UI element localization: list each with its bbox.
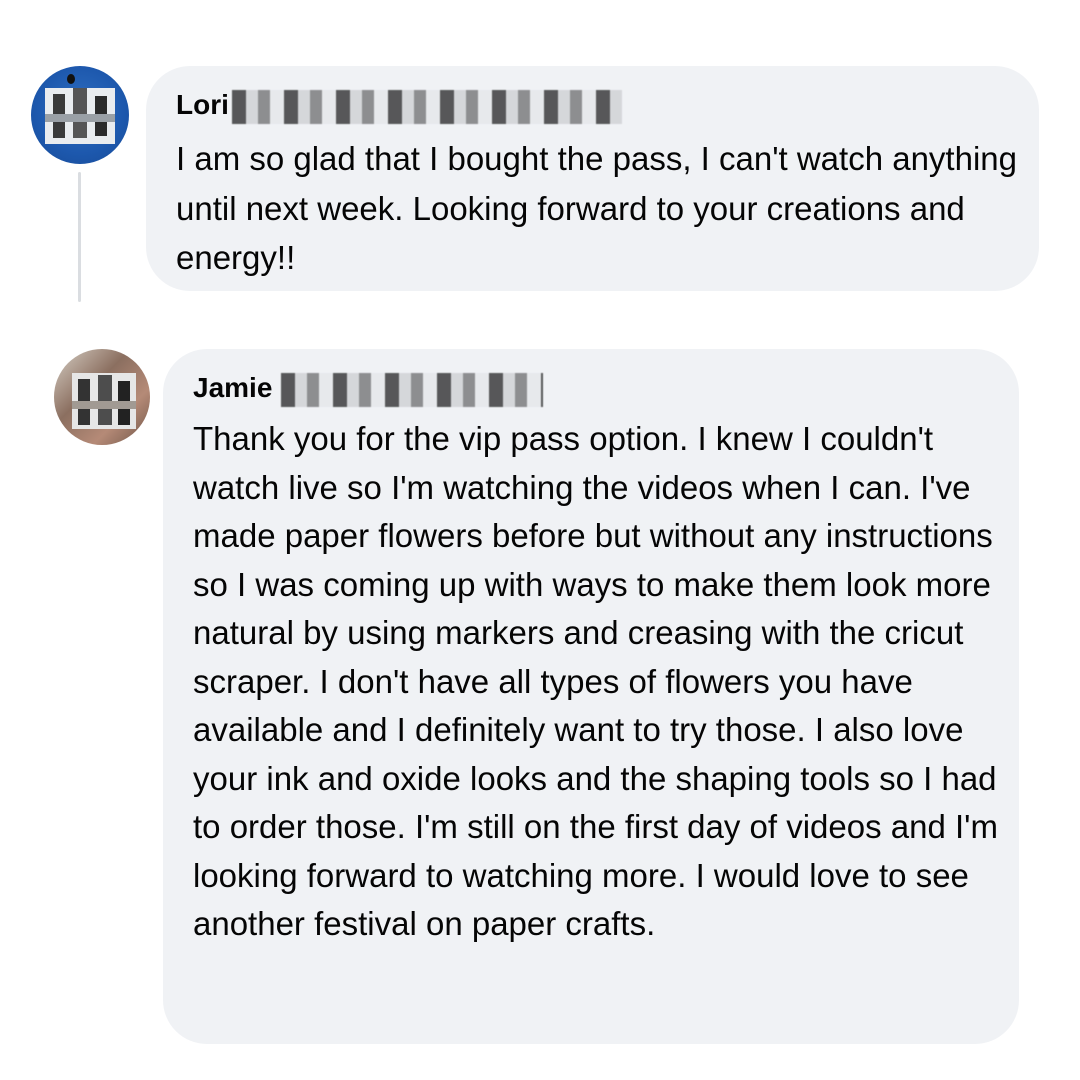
- author-name[interactable]: Jamie: [193, 371, 272, 405]
- avatar-redaction: [67, 74, 75, 84]
- avatar-redaction: [72, 401, 136, 409]
- author-name[interactable]: Lori: [176, 88, 229, 122]
- avatar[interactable]: [54, 349, 150, 445]
- comment-text: I am so glad that I bought the pass, I c…: [176, 140, 1017, 276]
- name-redaction: [232, 90, 622, 124]
- avatar-redaction: [45, 114, 115, 122]
- name-redaction: [281, 373, 543, 407]
- avatar-redaction: [73, 88, 87, 138]
- avatar[interactable]: [31, 66, 129, 164]
- comment-text: Thank you for the vip pass option. I kne…: [193, 420, 998, 942]
- comment: Lori I am so glad that I bought the pass…: [0, 0, 1080, 310]
- reply-thread-line: [78, 172, 81, 302]
- comment-bubble: Lori I am so glad that I bought the pass…: [146, 66, 1039, 291]
- comment-bubble: Jamie Thank you for the vip pass option.…: [163, 349, 1019, 1044]
- comment: Jamie Thank you for the vip pass option.…: [0, 340, 1080, 1060]
- avatar-redaction: [98, 375, 112, 425]
